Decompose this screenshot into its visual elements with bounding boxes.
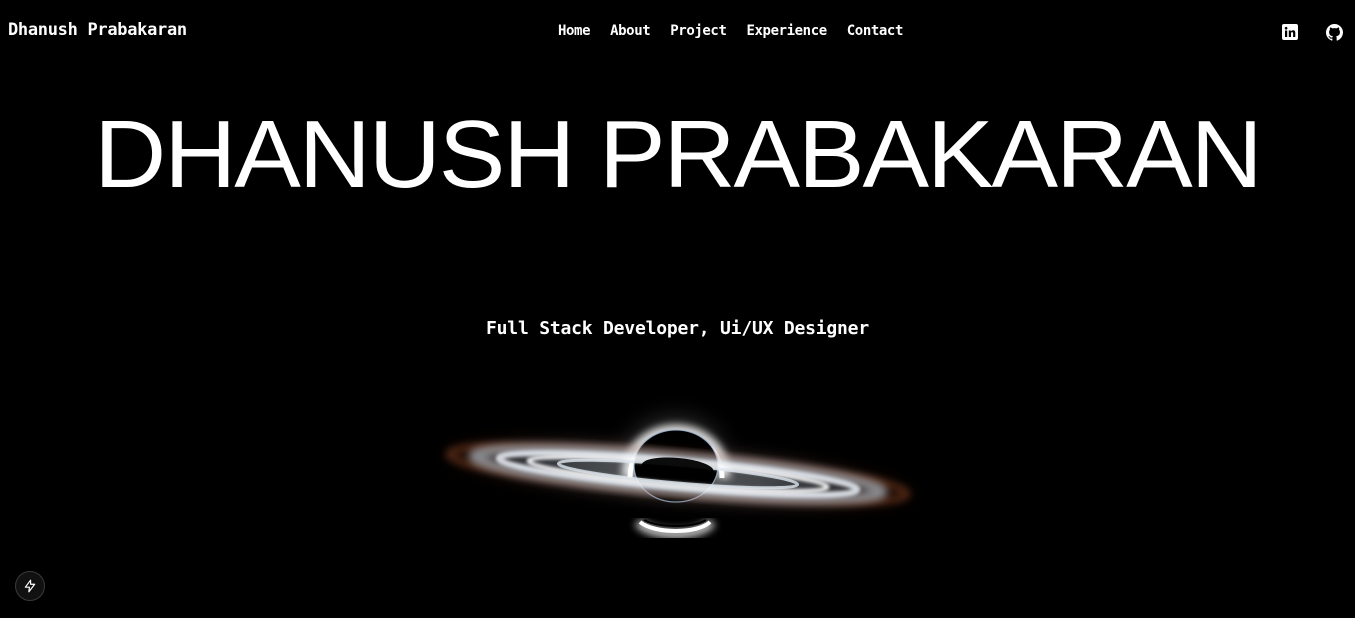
nav-about[interactable]: About [610,23,651,39]
dev-tools-badge[interactable] [15,571,45,601]
site-brand[interactable]: Dhanush Prabakaran [8,20,187,40]
github-icon [1325,23,1343,41]
nav-experience[interactable]: Experience [746,23,827,39]
linkedin-link[interactable] [1280,22,1300,42]
nav-contact[interactable]: Contact [847,23,904,39]
main-nav: Home About Project Experience Contact [558,23,903,39]
nav-home[interactable]: Home [558,23,591,39]
hero-subtitle: Full Stack Developer, Ui/UX Designer [486,318,869,339]
hero-title: DHANUSH PRABAKARAN [94,101,1263,208]
nav-project[interactable]: Project [670,23,727,39]
lightning-bolt-icon [24,579,36,593]
linkedin-icon [1282,24,1298,40]
black-hole-graphic [433,406,923,539]
github-link[interactable] [1324,22,1344,42]
